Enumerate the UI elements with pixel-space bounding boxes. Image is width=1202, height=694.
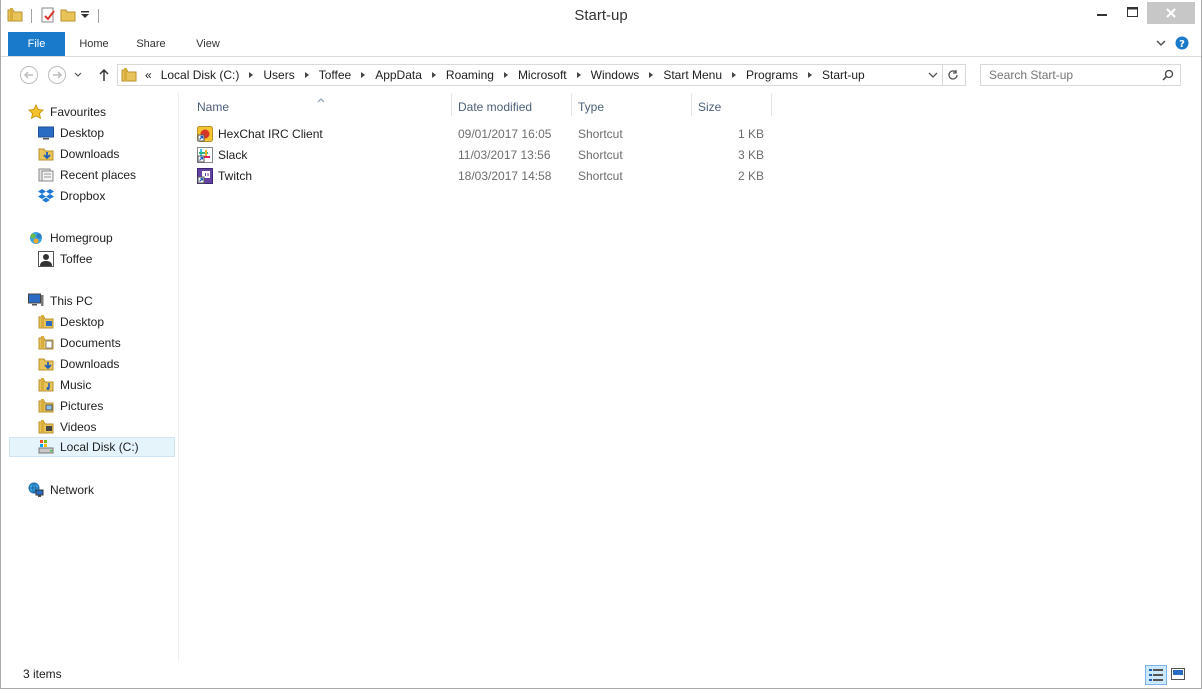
nav-item-pictures[interactable]: Pictures <box>38 396 103 416</box>
column-header-name[interactable]: Name <box>197 96 447 118</box>
breadcrumb-windows[interactable]: Windows <box>591 68 664 82</box>
file-size: 3 KB <box>737 148 764 162</box>
expand-ribbon-icon[interactable] <box>1155 37 1167 52</box>
address-bar[interactable]: « Local Disk (C:) Users Toffee AppData R… <box>117 64 943 86</box>
back-button[interactable] <box>18 65 40 85</box>
star-icon <box>28 104 44 120</box>
homegroup-icon <box>28 230 44 246</box>
up-button[interactable] <box>93 65 115 85</box>
item-count: 3 items <box>23 667 62 681</box>
local-disk-icon <box>38 439 54 455</box>
breadcrumb-start-menu[interactable]: Start Menu <box>663 68 746 82</box>
file-list: Name Date modified Type Size HexChat IRC… <box>179 92 1201 662</box>
nav-item-pc-desktop[interactable]: Desktop <box>38 312 104 332</box>
documents-folder-icon <box>38 335 54 351</box>
downloads-folder-icon <box>38 356 54 372</box>
nav-item-recent-places[interactable]: Recent places <box>38 165 136 185</box>
address-row: « Local Disk (C:) Users Toffee AppData R… <box>1 57 1201 91</box>
breadcrumb-microsoft[interactable]: Microsoft <box>518 68 591 82</box>
nav-item-pc-downloads[interactable]: Downloads <box>38 354 119 374</box>
address-dropdown-chevron-icon[interactable] <box>928 70 938 80</box>
table-row[interactable]: HexChat IRC Client 09/01/2017 16:05 Shor… <box>195 124 775 144</box>
breadcrumb-toffee[interactable]: Toffee <box>319 68 375 82</box>
pictures-folder-icon <box>38 398 54 414</box>
tab-share[interactable]: Share <box>131 32 171 56</box>
forward-button[interactable] <box>46 65 68 85</box>
file-date: 09/01/2017 16:05 <box>458 127 552 141</box>
column-header-size[interactable]: Size <box>698 96 768 118</box>
close-button[interactable] <box>1147 2 1195 24</box>
file-name: HexChat IRC Client <box>218 127 323 141</box>
details-view-button[interactable] <box>1145 665 1167 685</box>
nav-item-documents[interactable]: Documents <box>38 333 121 353</box>
breadcrumb-programs[interactable]: Programs <box>746 68 822 82</box>
svg-text:?: ? <box>1179 39 1185 50</box>
nav-homegroup[interactable]: Homegroup <box>28 228 113 248</box>
large-icons-view-button[interactable] <box>1168 665 1188 683</box>
explorer-window: Start-up File Home Share View ? « Local … <box>0 0 1202 689</box>
nav-item-videos[interactable]: Videos <box>38 417 96 437</box>
desktop-icon <box>38 125 54 141</box>
table-row[interactable]: Twitch 18/03/2017 14:58 Shortcut 2 KB <box>195 166 775 186</box>
nav-item-toffee[interactable]: Toffee <box>38 249 92 269</box>
breadcrumb-appdata[interactable]: AppData <box>375 68 446 82</box>
column-header-type[interactable]: Type <box>578 96 688 118</box>
file-date: 18/03/2017 14:58 <box>458 169 552 183</box>
search-icon[interactable] <box>1162 69 1174 81</box>
refresh-button[interactable] <box>941 64 966 86</box>
table-row[interactable]: Slack 11/03/2017 13:56 Shortcut 3 KB <box>195 145 775 165</box>
music-folder-icon <box>38 377 54 393</box>
file-size: 1 KB <box>737 127 764 141</box>
network-icon <box>28 482 44 498</box>
computer-icon <box>28 293 44 309</box>
breadcrumb-users[interactable]: Users <box>263 68 318 82</box>
dropbox-icon <box>38 188 54 204</box>
ribbon-tabs: File Home Share View ? <box>1 32 1201 57</box>
help-icon[interactable]: ? <box>1175 36 1189 53</box>
file-name: Twitch <box>218 169 253 183</box>
twitch-shortcut-icon <box>197 166 213 186</box>
nav-this-pc[interactable]: This PC <box>28 291 93 311</box>
file-size: 2 KB <box>737 169 764 183</box>
downloads-icon <box>38 146 54 162</box>
slack-shortcut-icon <box>197 145 213 165</box>
videos-folder-icon <box>38 419 54 435</box>
breadcrumb-start-up[interactable]: Start-up <box>822 68 865 82</box>
nav-item-local-disk[interactable]: Local Disk (C:) <box>9 437 175 457</box>
file-date: 11/03/2017 13:56 <box>458 148 551 162</box>
window-title: Start-up <box>574 7 628 24</box>
file-type: Shortcut <box>578 148 623 162</box>
title-bar: Start-up <box>1 0 1201 32</box>
file-type: Shortcut <box>578 169 623 183</box>
minimize-button[interactable] <box>1087 0 1117 24</box>
recent-locations-chevron-icon[interactable] <box>71 65 85 85</box>
tab-file[interactable]: File <box>8 32 65 56</box>
tab-view[interactable]: View <box>188 32 228 56</box>
breadcrumb-local-disk[interactable]: Local Disk (C:) <box>161 68 264 82</box>
column-header-date-modified[interactable]: Date modified <box>458 96 568 118</box>
nav-network[interactable]: Network <box>28 480 94 500</box>
hexchat-shortcut-icon <box>197 124 213 144</box>
desktop-folder-icon <box>38 314 54 330</box>
navigation-pane: Favourites Desktop Downloads Recent plac… <box>1 92 179 662</box>
recent-places-icon <box>38 167 54 183</box>
file-type: Shortcut <box>578 127 623 141</box>
maximize-button[interactable] <box>1117 0 1147 24</box>
file-name: Slack <box>218 148 248 162</box>
breadcrumb-roaming[interactable]: Roaming <box>446 68 518 82</box>
status-bar: 3 items <box>1 662 1201 686</box>
user-avatar-icon <box>38 251 54 267</box>
nav-item-music[interactable]: Music <box>38 375 91 395</box>
breadcrumb-overflow[interactable]: « <box>145 68 152 82</box>
nav-favourites[interactable]: Favourites <box>28 102 106 122</box>
tab-home[interactable]: Home <box>74 32 114 56</box>
nav-item-desktop[interactable]: Desktop <box>38 123 104 143</box>
folder-icon <box>121 67 137 83</box>
search-box[interactable] <box>980 64 1181 86</box>
search-input[interactable] <box>987 67 1161 83</box>
nav-item-dropbox[interactable]: Dropbox <box>38 186 105 206</box>
nav-item-downloads[interactable]: Downloads <box>38 144 119 164</box>
